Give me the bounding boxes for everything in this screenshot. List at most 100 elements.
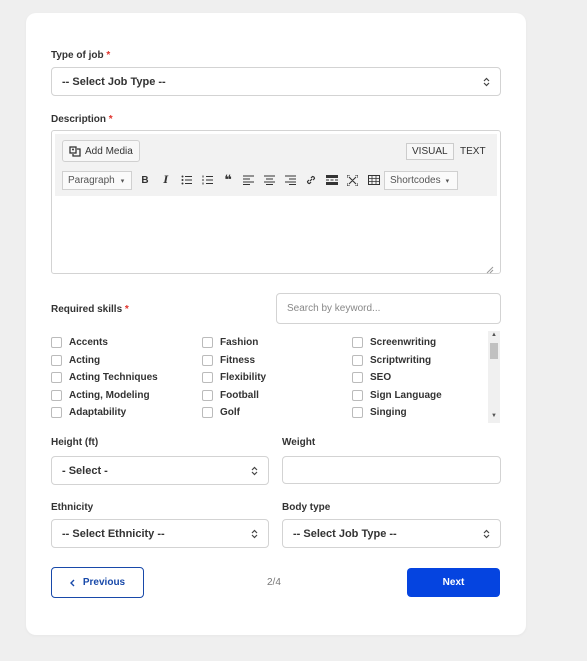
height-label: Height (ft)	[51, 437, 99, 448]
checkbox[interactable]	[202, 372, 213, 384]
skills-column-2: Fashion Fitness Flexibility Football Golf	[202, 334, 352, 422]
checkbox[interactable]	[352, 354, 363, 366]
align-right-icon[interactable]	[284, 173, 298, 187]
skill-label: Flexibility	[220, 372, 267, 384]
skill-label: Screenwriting	[370, 337, 437, 349]
checkbox[interactable]	[51, 354, 62, 366]
description-editor: Add Media VISUAL TEXT Paragraph ▾ B I ❝	[51, 130, 501, 274]
tab-text-label: TEXT	[460, 146, 486, 157]
job-type-select[interactable]: -- Select Job Type --	[51, 67, 501, 96]
skill-checkbox-item[interactable]: Screenwriting	[352, 334, 488, 352]
skill-checkbox-item[interactable]: Fitness	[202, 352, 352, 370]
skills-column-1: Accents Acting Acting Techniques Acting, Mo…	[51, 334, 201, 422]
job-type-label: Type of job *	[51, 50, 110, 61]
checkbox[interactable]	[202, 354, 213, 366]
toolbar-toggle-icon[interactable]	[367, 173, 381, 187]
align-center-icon[interactable]	[263, 173, 277, 187]
skill-label: Scriptwriting	[370, 354, 432, 366]
chevron-updown-icon	[483, 529, 490, 539]
checkbox[interactable]	[51, 372, 62, 384]
page-indicator: 2/4	[267, 577, 281, 588]
height-select[interactable]: - Select -	[51, 456, 269, 485]
next-button[interactable]: Next	[407, 568, 500, 597]
checkbox[interactable]	[352, 407, 363, 419]
link-icon[interactable]	[304, 173, 318, 187]
weight-input[interactable]	[282, 456, 501, 484]
scroll-up-icon[interactable]: ▲	[491, 332, 497, 338]
skill-label: Football	[220, 389, 259, 401]
checkbox[interactable]	[352, 337, 363, 349]
previous-button[interactable]: Previous	[51, 567, 144, 598]
checkbox[interactable]	[51, 389, 62, 401]
skill-checkbox-item[interactable]: Acting, Modeling	[51, 387, 201, 405]
skills-search-input[interactable]: Search by keyword...	[276, 293, 501, 324]
tab-visual-label: VISUAL	[412, 146, 448, 157]
align-left-icon[interactable]	[242, 173, 256, 187]
checkbox[interactable]	[202, 337, 213, 349]
read-more-icon[interactable]	[325, 173, 339, 187]
required-mark: *	[124, 304, 129, 315]
previous-label: Previous	[82, 577, 126, 588]
skill-checkbox-item[interactable]: Fashion	[202, 334, 352, 352]
skill-checkbox-item[interactable]: Sign Language	[352, 387, 488, 405]
body-type-select[interactable]: -- Select Job Type --	[282, 519, 501, 548]
required-mark: *	[108, 114, 113, 125]
chevron-updown-icon	[483, 77, 490, 87]
bold-icon[interactable]: B	[138, 173, 152, 187]
skill-checkbox-item[interactable]: Acting Techniques	[51, 369, 201, 387]
job-type-label-text: Type of job	[51, 50, 104, 61]
scroll-down-icon[interactable]: ▼	[491, 413, 497, 419]
skill-label: Acting Techniques	[69, 372, 158, 384]
skills-search-placeholder: Search by keyword...	[287, 303, 381, 314]
add-media-label: Add Media	[85, 145, 133, 157]
job-type-select-value: -- Select Job Type --	[62, 75, 166, 88]
checkbox[interactable]	[202, 407, 213, 419]
bullet-list-icon[interactable]	[180, 173, 194, 187]
next-label: Next	[442, 577, 465, 588]
ethnicity-select-value: -- Select Ethnicity --	[62, 527, 165, 540]
skill-label: Fashion	[220, 337, 259, 349]
shortcodes-select[interactable]: Shortcodes ▾	[384, 171, 458, 190]
ethnicity-select[interactable]: -- Select Ethnicity --	[51, 519, 269, 548]
resize-handle-icon[interactable]	[486, 261, 494, 279]
skill-label: Acting, Modeling	[69, 389, 150, 401]
skill-checkbox-item[interactable]: Football	[202, 387, 352, 405]
tab-text[interactable]: TEXT	[455, 143, 491, 160]
body-type-label: Body type	[282, 502, 331, 513]
add-media-button[interactable]: Add Media	[62, 140, 140, 162]
checkbox[interactable]	[352, 372, 363, 384]
checkbox[interactable]	[202, 389, 213, 401]
scroll-thumb[interactable]	[490, 343, 498, 359]
skill-label: Acting	[69, 354, 101, 366]
skill-label: Singing	[370, 407, 407, 419]
skills-scrollbar[interactable]: ▲ ▼	[488, 331, 500, 423]
checkbox[interactable]	[51, 337, 62, 349]
skill-checkbox-item[interactable]: Singing	[352, 404, 488, 422]
italic-icon[interactable]: I	[159, 173, 173, 187]
weight-label: Weight	[282, 437, 316, 448]
numbered-list-icon[interactable]	[200, 173, 214, 187]
skill-checkbox-item[interactable]: SEO	[352, 369, 488, 387]
chevron-left-icon	[69, 579, 75, 587]
skill-checkbox-item[interactable]: Adaptability	[51, 404, 201, 422]
skill-label: Fitness	[220, 354, 256, 366]
skill-checkbox-item[interactable]: Acting	[51, 352, 201, 370]
skills-column-3: Screenwriting Scriptwriting SEO Sign Langua…	[352, 334, 488, 422]
checkbox[interactable]	[51, 407, 62, 419]
skill-checkbox-item[interactable]: Accents	[51, 334, 201, 352]
skill-checkbox-item[interactable]: Golf	[202, 404, 352, 422]
format-select-value: Paragraph	[68, 175, 115, 186]
checkbox[interactable]	[352, 389, 363, 401]
chevron-updown-icon	[251, 466, 258, 476]
skills-label: Required skills *	[51, 304, 129, 315]
body-type-select-value: -- Select Job Type --	[293, 527, 397, 540]
skill-checkbox-item[interactable]: Scriptwriting	[352, 352, 488, 370]
skill-checkbox-item[interactable]: Flexibility	[202, 369, 352, 387]
format-select[interactable]: Paragraph ▾	[62, 171, 132, 190]
tab-visual[interactable]: VISUAL	[406, 143, 454, 160]
fullscreen-icon[interactable]	[346, 173, 360, 187]
required-mark: *	[106, 50, 111, 61]
caret-down-icon: ▾	[445, 177, 450, 185]
blockquote-icon[interactable]: ❝	[221, 172, 235, 187]
editor-content-area[interactable]	[55, 197, 497, 271]
